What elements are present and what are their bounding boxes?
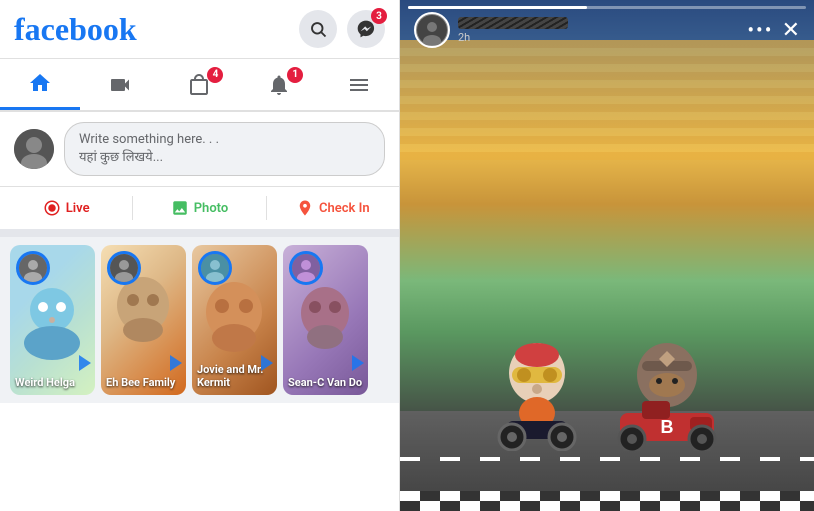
- svg-text:B: B: [661, 417, 674, 437]
- post-placeholder-line2: यहां कुछ लिखये...: [79, 149, 370, 167]
- messenger-button[interactable]: 3: [347, 10, 385, 48]
- story-label-2: Eh Bee Family: [101, 376, 186, 389]
- photo-button[interactable]: Photo: [133, 193, 265, 223]
- story-header: 2h ••• ✕: [400, 0, 814, 60]
- story-arrow-4: [352, 355, 364, 371]
- story-close-button[interactable]: ✕: [782, 18, 800, 43]
- header-icons: 3: [299, 10, 385, 48]
- story-card-3[interactable]: Jovie and Mr. Kermit: [192, 245, 277, 395]
- messenger-badge: 3: [371, 8, 387, 24]
- tab-notifications[interactable]: 1: [239, 61, 319, 109]
- story-arrow-3: [261, 355, 273, 371]
- search-button[interactable]: [299, 10, 337, 48]
- post-input[interactable]: Write something here. . . यहां कुछ लिखये…: [64, 122, 385, 176]
- nav-tabs: 4 1: [0, 59, 399, 112]
- live-button[interactable]: Live: [0, 193, 132, 223]
- story-card-1[interactable]: Weird Helga: [10, 245, 95, 395]
- characters-area: B: [400, 341, 814, 451]
- story-user-name: [458, 17, 568, 29]
- story-label-1: Weird Helga: [10, 376, 95, 389]
- story-user-avatar: [414, 12, 450, 48]
- tab-video[interactable]: [80, 61, 160, 109]
- post-placeholder-line1: Write something here. . .: [79, 131, 370, 149]
- marketplace-badge: 4: [207, 67, 223, 83]
- left-panel: facebook 3: [0, 0, 400, 511]
- action-bar: Live Photo Check In: [0, 187, 399, 237]
- story-card-4[interactable]: Sean-C Van Do: [283, 245, 368, 395]
- tab-menu[interactable]: [319, 61, 399, 109]
- app-logo: facebook: [14, 11, 137, 48]
- tab-home[interactable]: [0, 59, 80, 110]
- story-viewer: B 2h ••• ✕: [400, 0, 814, 511]
- story-card-2[interactable]: Eh Bee Family: [101, 245, 186, 395]
- char1-panda: [492, 341, 582, 451]
- track-dashes: [400, 457, 814, 461]
- tab-marketplace[interactable]: 4: [160, 61, 240, 109]
- char2-bear: B: [612, 341, 722, 451]
- post-box: Write something here. . . यहां कुछ लिखये…: [0, 112, 399, 187]
- notifications-badge: 1: [287, 67, 303, 83]
- user-avatar: [14, 129, 54, 169]
- story-label-4: Sean-C Van Do: [283, 376, 368, 389]
- checkin-button[interactable]: Check In: [267, 193, 399, 223]
- story-arrow-2: [170, 355, 182, 371]
- app-header: facebook 3: [0, 0, 399, 59]
- stories-section: Weird Helga Eh Bee Family: [0, 237, 399, 403]
- story-more-button[interactable]: •••: [747, 18, 773, 42]
- story-arrow-1: [79, 355, 91, 371]
- story-time: 2h: [458, 31, 739, 44]
